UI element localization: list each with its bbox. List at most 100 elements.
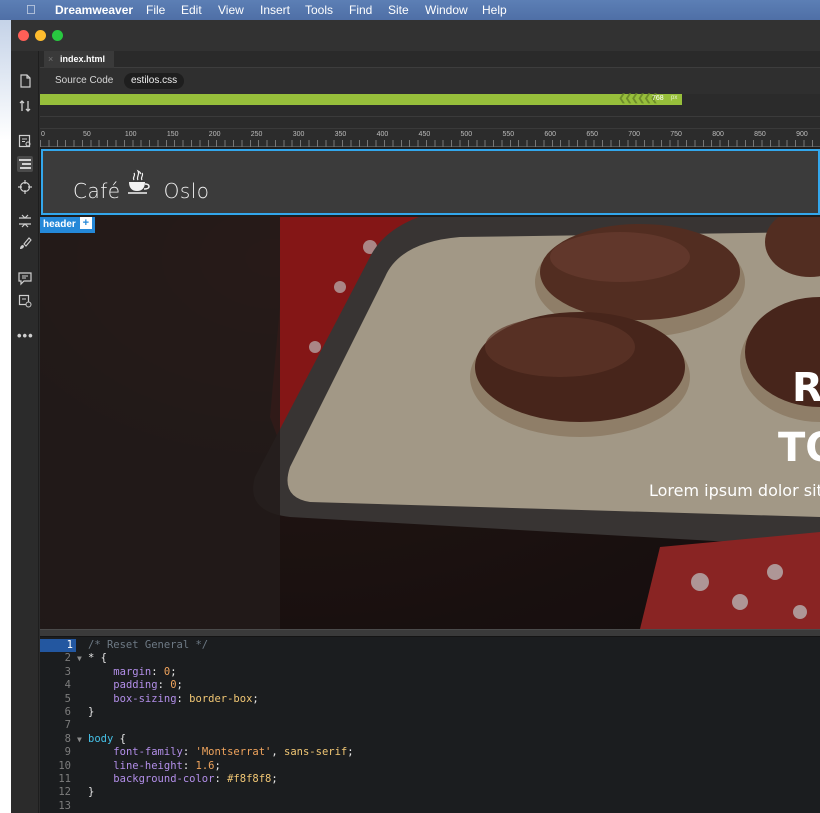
comment-icon[interactable] [17, 270, 33, 286]
document-tab-bar: × index.html [40, 51, 820, 68]
window-titlebar [11, 20, 820, 51]
code-line[interactable]: 1 /* Reset General */ [40, 639, 820, 653]
ruler-label: 450 [418, 131, 431, 138]
menu-site[interactable]: Site [388, 3, 409, 17]
hero-subtitle: Lorem ipsum dolor sit [649, 481, 820, 500]
fold-toggle-icon[interactable]: ▼ [77, 733, 82, 746]
line-number: 10 [58, 759, 71, 772]
ruler-label: 800 [712, 131, 724, 138]
desktop-background [0, 20, 11, 813]
menu-insert[interactable]: Insert [260, 3, 290, 17]
code-line[interactable]: 11 background-color: #f8f8f8; [40, 773, 820, 786]
menu-file[interactable]: File [146, 3, 165, 17]
code-line[interactable]: 3 margin: 0; [40, 666, 820, 679]
code-line[interactable]: 4 padding: 0; [40, 679, 820, 692]
menu-window[interactable]: Window [425, 3, 468, 17]
code-line[interactable]: 9 font-family: 'Montserrat', sans-serif; [40, 746, 820, 759]
code-line[interactable]: 10 line-height: 1.6; [40, 760, 820, 773]
ruler-label: 300 [292, 131, 305, 138]
close-tab-icon[interactable]: × [48, 51, 53, 68]
code-line[interactable]: 13 [40, 800, 820, 813]
menu-help[interactable]: Help [482, 3, 507, 17]
element-tag-badge[interactable]: header + [40, 217, 95, 233]
tab-index-html[interactable]: × index.html [44, 51, 114, 68]
code-text: box-sizing: border-box; [113, 692, 259, 705]
menu-tools[interactable]: Tools [305, 3, 333, 17]
ruler-label: 150 [166, 131, 179, 138]
code-line[interactable]: 6} [40, 706, 820, 719]
related-files-bar: Source Code estilos.css [40, 68, 820, 94]
hero-overlay [40, 217, 820, 629]
hero-title-line1: R [792, 365, 820, 411]
ruler-label: 200 [208, 131, 221, 138]
media-query-arrows-icon: ❮❮❮❮❮❮ [618, 93, 658, 104]
left-toolbar: ••• [11, 51, 39, 813]
estilos-css-button[interactable]: estilos.css [124, 73, 185, 89]
code-line[interactable]: 5 box-sizing: border-box; [40, 693, 820, 706]
code-text: * { [88, 652, 107, 665]
new-file-icon[interactable] [17, 73, 33, 89]
ruler-label: 900 [796, 131, 808, 138]
code-text: } [88, 786, 95, 799]
live-view[interactable]: Café Oslo R T Lorem ipsum dolor sit head… [40, 147, 820, 629]
close-window-button[interactable] [18, 30, 29, 41]
code-text: /* Reset General */ [88, 639, 209, 651]
dreamweaver-window: ••• × index.html Source Code estilos.css… [11, 20, 820, 813]
tab-label: index.html [60, 54, 106, 64]
track-divider [40, 116, 820, 117]
line-number: 7 [64, 719, 71, 732]
media-query-768[interactable] [40, 94, 682, 105]
brush-icon[interactable] [17, 236, 33, 252]
ruler-label: 250 [250, 131, 263, 138]
menu-edit[interactable]: Edit [181, 3, 202, 17]
apple-logo-icon[interactable]:  [26, 2, 36, 17]
ruler-label: 500 [460, 131, 473, 138]
code-line[interactable]: 12} [40, 786, 820, 799]
code-line[interactable]: 8 ▼ body { [40, 733, 820, 746]
target-icon[interactable] [17, 179, 33, 195]
app-menu-dreamweaver[interactable]: Dreamweaver [55, 3, 133, 17]
live-inspect-icon[interactable] [17, 133, 33, 149]
minimize-window-button[interactable] [35, 30, 46, 41]
source-code-button[interactable]: Source Code [55, 75, 113, 86]
menu-view[interactable]: View [218, 3, 244, 17]
menu-find[interactable]: Find [349, 3, 372, 17]
view-splitter[interactable] [40, 629, 820, 637]
media-query-unit: px [671, 95, 678, 101]
code-view[interactable]: 1/* Reset General */2 ▼ * {3 margin: 0; 4 p… [40, 637, 820, 813]
fold-toggle-icon[interactable]: ▼ [77, 652, 82, 665]
add-element-button[interactable]: + [79, 217, 92, 229]
code-text: padding: 0; [113, 679, 183, 692]
ruler-label: 350 [334, 131, 347, 138]
line-number: 5 [64, 692, 71, 705]
ruler-label: 400 [376, 131, 389, 138]
ruler-label: 700 [628, 131, 640, 138]
line-number: 6 [64, 706, 71, 718]
logo-word-oslo: Oslo [163, 179, 210, 203]
code-text: font-family: 'Montserrat', sans-serif; [113, 746, 354, 759]
maximize-window-button[interactable] [52, 30, 63, 41]
line-number: 9 [64, 746, 71, 759]
resize-icon[interactable] [17, 213, 33, 229]
line-number: 1 [40, 639, 76, 653]
ruler-ticks [40, 140, 820, 147]
hero-title-line2: TO [778, 425, 820, 471]
line-number: 8 [64, 732, 71, 745]
more-icon[interactable]: ••• [17, 328, 33, 344]
code-line[interactable]: 7 [40, 719, 820, 732]
ruler-label: 100 [124, 131, 137, 138]
hero-section[interactable]: R TO Lorem ipsum dolor sit [40, 217, 820, 629]
linked-comment-icon[interactable] [17, 293, 33, 309]
tag-name: header [43, 219, 76, 230]
line-number: 3 [64, 665, 71, 678]
ruler-label: 650 [586, 131, 599, 138]
code-line[interactable]: 2 ▼ * { [40, 652, 820, 665]
line-number: 4 [64, 679, 71, 692]
media-query-bar[interactable]: ❮❮❮❮❮❮ 768 px [40, 93, 820, 105]
ruler-label: 750 [670, 131, 682, 138]
dom-panel-icon[interactable] [17, 156, 33, 172]
media-query-track [40, 105, 820, 129]
code-text: margin: 0; [113, 665, 177, 678]
site-header-element[interactable]: Café Oslo [41, 149, 820, 215]
file-transfer-icon[interactable] [17, 98, 33, 114]
